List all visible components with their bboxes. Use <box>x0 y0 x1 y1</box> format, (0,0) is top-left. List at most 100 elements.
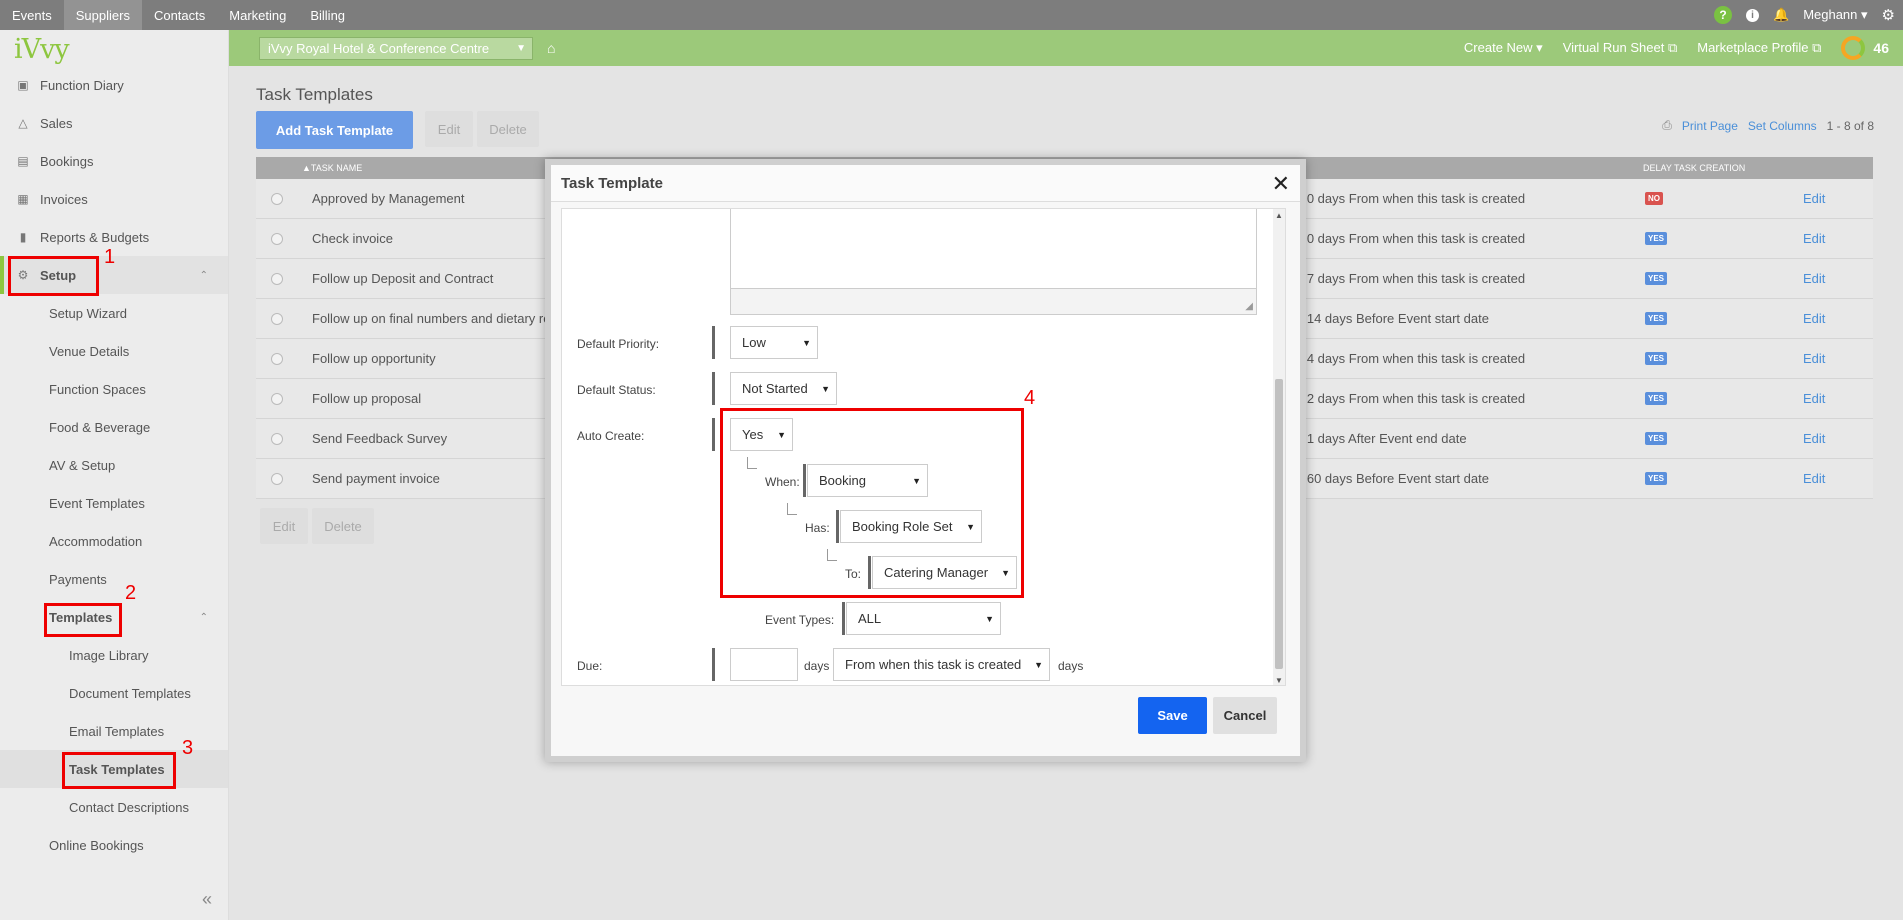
default-priority-select[interactable]: Low ▼ <box>730 326 818 359</box>
default-status-select[interactable]: Not Started ▼ <box>730 372 837 405</box>
resize-grip-icon[interactable]: ◢ <box>1245 301 1253 312</box>
sidebar-item-image-library[interactable]: Image Library <box>0 636 228 674</box>
row-name-cell: Send payment invoice <box>256 459 571 499</box>
sidebar-item-function-spaces[interactable]: Function Spaces <box>0 370 228 408</box>
help-icon[interactable]: ? <box>1714 6 1732 24</box>
user-menu[interactable]: Meghann ▾ <box>1803 7 1867 23</box>
sidebar-item-payments[interactable]: Payments <box>0 560 228 598</box>
venue-select-value: iVvy Royal Hotel & Conference Centre <box>268 40 490 56</box>
calendar-icon: ▣ <box>17 78 29 92</box>
due-from-select[interactable]: From when this task is created ▼ <box>833 648 1050 681</box>
sidebar-item-invoices[interactable]: ▦ Invoices <box>0 180 228 218</box>
scroll-up-icon[interactable]: ▲ <box>1275 211 1283 220</box>
delete-button[interactable]: Delete <box>477 111 539 147</box>
sidebar-item-food-beverage[interactable]: Food & Beverage <box>0 408 228 446</box>
sidebar-item-sales[interactable]: △ Sales <box>0 104 228 142</box>
venue-select[interactable]: iVvy Royal Hotel & Conference Centre ▼ <box>259 36 533 60</box>
save-button[interactable]: Save <box>1138 697 1207 734</box>
delay-badge: YES <box>1645 232 1668 245</box>
ivvy-logo[interactable]: iVvy <box>0 30 228 66</box>
sidebar-item-venue-details[interactable]: Venue Details <box>0 332 228 370</box>
annotation-number-1: 1 <box>104 246 116 268</box>
delay-badge: NO <box>1645 192 1663 205</box>
scroll-down-icon[interactable]: ▼ <box>1275 676 1283 685</box>
score-value: 46 <box>1873 40 1889 56</box>
field-marker <box>712 372 715 405</box>
add-task-template-button[interactable]: Add Task Template <box>256 111 413 149</box>
score-indicator[interactable]: 46 <box>1841 36 1889 60</box>
delay-badge: YES <box>1645 392 1668 405</box>
sidebar-item-document-templates[interactable]: Document Templates <box>0 674 228 712</box>
record-count: 1 - 8 of 8 <box>1826 118 1874 133</box>
score-ring-icon <box>1841 36 1866 60</box>
row-edit-link[interactable]: Edit <box>1803 471 1825 486</box>
edit-button[interactable]: Edit <box>425 111 473 147</box>
home-icon[interactable]: ⌂ <box>547 40 555 56</box>
row-due: n 60 days Before Event start date <box>1296 471 1489 486</box>
sidebar-item-accommodation[interactable]: Accommodation <box>0 522 228 560</box>
column-header-delay[interactable]: DELAY TASK CREATION <box>1643 163 1745 173</box>
set-columns-link[interactable]: Set Columns <box>1748 119 1817 133</box>
info-icon[interactable]: i <box>1746 8 1759 22</box>
row-edit-link[interactable]: Edit <box>1803 351 1825 366</box>
annotation-box-auto-create <box>720 408 1024 598</box>
annotation-number-2: 2 <box>125 582 137 604</box>
row-task-name: Send Feedback Survey <box>312 431 448 446</box>
caret-down-icon: ▼ <box>516 42 526 54</box>
column-header-task-name[interactable]: ▲TASK NAME <box>302 163 362 173</box>
sidebar-item-contact-descriptions[interactable]: Contact Descriptions <box>0 788 228 826</box>
description-textarea[interactable] <box>730 209 1257 289</box>
row-due: n 2 days From when this task is created <box>1296 391 1526 406</box>
nav-marketing[interactable]: Marketing <box>217 0 298 30</box>
create-new-menu[interactable]: Create New ▾ <box>1464 40 1543 56</box>
sidebar-item-online-bookings[interactable]: Online Bookings <box>0 826 228 864</box>
cancel-button[interactable]: Cancel <box>1213 697 1277 734</box>
annotation-box-setup <box>8 256 99 296</box>
nav-billing[interactable]: Billing <box>298 0 357 30</box>
virtual-run-sheet-link[interactable]: Virtual Run Sheet ⧉ <box>1563 40 1678 56</box>
row-edit-link[interactable]: Edit <box>1803 271 1825 286</box>
scrollbar-thumb[interactable] <box>1275 379 1283 669</box>
bell-icon[interactable]: 🔔 <box>1773 7 1789 23</box>
top-navigation-bar: Events Suppliers Contacts Marketing Bill… <box>0 0 1903 30</box>
sidebar-item-email-templates[interactable]: Email Templates <box>0 712 228 750</box>
row-edit-link[interactable]: Edit <box>1803 391 1825 406</box>
caret-down-icon: ▼ <box>985 613 994 624</box>
textarea-footer: ◢ <box>730 289 1257 315</box>
due-days-input[interactable] <box>730 648 798 681</box>
row-due: n 7 days From when this task is created <box>1296 271 1526 286</box>
default-status-value: Not Started <box>742 381 808 396</box>
sidebar-item-setup-wizard[interactable]: Setup Wizard <box>0 294 228 332</box>
row-edit-link[interactable]: Edit <box>1803 431 1825 446</box>
nav-events[interactable]: Events <box>0 0 64 30</box>
field-marker <box>842 602 845 635</box>
sidebar-item-label: Bookings <box>40 153 94 169</box>
top-nav: Events Suppliers Contacts Marketing Bill… <box>0 0 357 30</box>
annotation-box-templates <box>44 603 122 637</box>
auto-create-label: Auto Create: <box>577 429 645 443</box>
row-due: n 4 days From when this task is created <box>1296 351 1526 366</box>
sidebar-item-bookings[interactable]: ▤ Bookings <box>0 142 228 180</box>
print-icon[interactable]: ⎙ <box>1662 118 1672 133</box>
modal-scrollbar[interactable]: ▲ ▼ <box>1273 209 1285 685</box>
nav-suppliers[interactable]: Suppliers <box>63 0 142 30</box>
print-page-link[interactable]: Print Page <box>1682 119 1738 133</box>
delete-button-bottom[interactable]: Delete <box>312 508 374 544</box>
marketplace-profile-link[interactable]: Marketplace Profile ⧉ <box>1697 40 1821 56</box>
field-marker <box>712 648 715 681</box>
edit-button-bottom[interactable]: Edit <box>260 508 308 544</box>
caret-down-icon: ▼ <box>802 337 811 348</box>
row-due: n 1 days After Event end date <box>1296 431 1467 446</box>
row-edit-link[interactable]: Edit <box>1803 311 1825 326</box>
sidebar-item-function-diary[interactable]: ▣ Function Diary <box>0 66 228 104</box>
event-types-select[interactable]: ALL ▼ <box>846 602 1001 635</box>
nav-contacts[interactable]: Contacts <box>142 0 217 30</box>
sidebar-item-event-templates[interactable]: Event Templates <box>0 484 228 522</box>
gear-icon[interactable]: ⚙ <box>1882 6 1895 24</box>
close-icon[interactable]: ✕ <box>1272 171 1290 197</box>
annotation-number-4: 4 <box>1024 387 1036 409</box>
sidebar-item-av-setup[interactable]: AV & Setup <box>0 446 228 484</box>
row-edit-link[interactable]: Edit <box>1803 231 1825 246</box>
collapse-sidebar-button[interactable]: « <box>202 889 212 910</box>
row-edit-link[interactable]: Edit <box>1803 191 1825 206</box>
